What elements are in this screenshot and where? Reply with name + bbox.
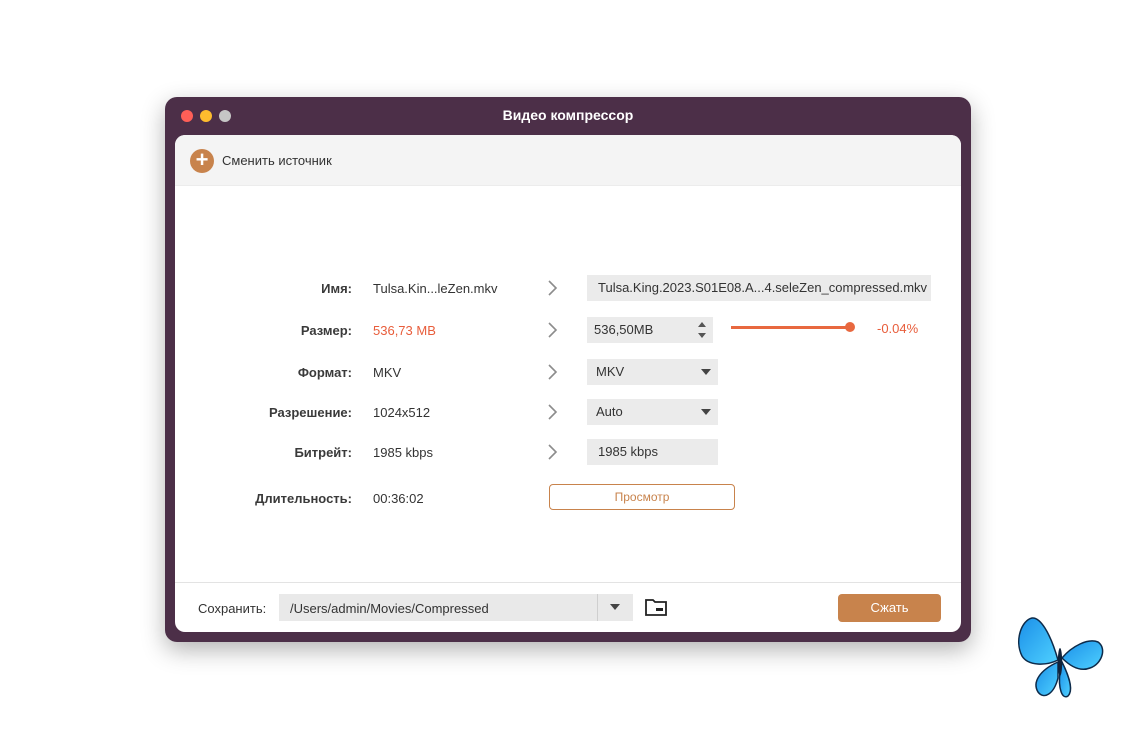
resolution-label: Разрешение: (269, 405, 352, 420)
output-name-field[interactable]: Tulsa.King.2023.S01E08.A...4.seleZen_com… (587, 275, 931, 301)
duration-value: 00:36:02 (373, 491, 424, 506)
window-title: Видео компрессор (502, 107, 634, 123)
save-path-value: /Users/admin/Movies/Compressed (290, 601, 489, 616)
size-change-percent: -0.04% (877, 321, 919, 336)
footer-divider (175, 582, 961, 583)
dropdown-caret-icon[interactable] (610, 604, 620, 610)
save-path-select[interactable]: /Users/admin/Movies/Compressed (279, 594, 633, 621)
save-label: Сохранить: (198, 601, 267, 616)
format-label: Формат: (297, 365, 352, 380)
stepper-icon[interactable] (695, 319, 709, 341)
source-bitrate-value: 1985 kbps (373, 445, 433, 460)
bitrate-label: Битрейт: (294, 445, 352, 460)
duration-label: Длительность: (255, 491, 352, 506)
toolbar: + Сменить источник (175, 135, 961, 186)
main-panel: + Сменить источник Имя: Tulsa.Kin...leZe… (175, 135, 961, 632)
compress-button[interactable]: Сжать (838, 594, 941, 622)
output-size-value: 536,50MB (594, 322, 654, 337)
format-selected-value: MKV (596, 364, 625, 379)
chevron-right-icon (548, 322, 558, 338)
source-name-value: Tulsa.Kin...leZen.mkv (373, 281, 498, 296)
preview-button[interactable]: Просмотр (549, 484, 735, 510)
chevron-right-icon (548, 444, 558, 460)
size-label: Размер: (300, 323, 352, 338)
size-slider-handle[interactable] (845, 322, 855, 332)
butterfly-icon (1018, 617, 1104, 698)
add-icon[interactable]: + (190, 149, 214, 173)
resolution-select[interactable]: Auto (587, 399, 718, 425)
save-path-divider (597, 594, 598, 621)
size-slider-track[interactable] (731, 326, 850, 329)
output-size-field[interactable]: 536,50MB (587, 317, 713, 343)
chevron-right-icon (548, 404, 558, 420)
chevron-right-icon (548, 280, 558, 296)
change-source-button[interactable]: Сменить источник (222, 153, 332, 168)
output-bitrate-field[interactable]: 1985 kbps (587, 439, 718, 465)
format-select[interactable]: MKV (587, 359, 718, 385)
folder-icon[interactable] (644, 597, 668, 617)
dropdown-caret-icon (701, 369, 711, 375)
chevron-right-icon (548, 364, 558, 380)
source-size-value: 536,73 MB (373, 323, 436, 338)
dropdown-caret-icon (701, 409, 711, 415)
source-resolution-value: 1024x512 (373, 405, 431, 420)
compressor-window: Видео компрессор + Сменить источник Имя:… (165, 97, 971, 642)
resolution-selected-value: Auto (596, 404, 623, 419)
source-format-value: MKV (373, 365, 402, 380)
name-label: Имя: (321, 281, 352, 296)
